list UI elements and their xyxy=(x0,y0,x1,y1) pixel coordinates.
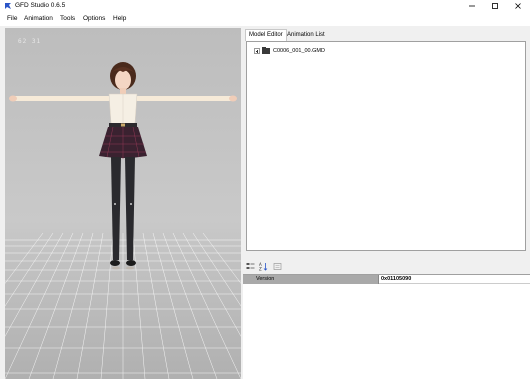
menu-file[interactable]: File xyxy=(7,15,17,23)
ground-grid xyxy=(5,232,241,379)
expand-icon[interactable] xyxy=(254,48,260,54)
menu-options[interactable]: Options xyxy=(83,15,105,23)
close-icon xyxy=(515,3,521,9)
property-grid[interactable]: Version 0x01105090 xyxy=(243,274,530,379)
close-button[interactable] xyxy=(507,0,529,12)
menu-tools[interactable]: Tools xyxy=(60,15,75,23)
menu-animation[interactable]: Animation xyxy=(24,15,53,23)
property-value[interactable]: 0x01105090 xyxy=(379,275,530,284)
gfd-app-icon xyxy=(4,2,12,10)
viewport-scene xyxy=(5,62,241,379)
property-name: Version xyxy=(243,275,379,284)
menu-help[interactable]: Help xyxy=(113,15,126,23)
tab-animation-list[interactable]: Animation List xyxy=(284,30,328,41)
title-bar: GFD Studio 0.6.5 xyxy=(0,0,530,12)
categorized-icon[interactable] xyxy=(246,262,255,271)
alphabetical-icon[interactable]: AZ xyxy=(259,262,268,272)
property-toolbar: AZ xyxy=(246,262,306,272)
folder-icon xyxy=(262,47,270,54)
fps-readout: 62 31 xyxy=(18,38,42,45)
tree-node-label: C0006_001_00.GMD xyxy=(273,48,325,54)
maximize-button[interactable] xyxy=(484,0,506,12)
property-pages-icon[interactable] xyxy=(273,262,282,271)
svg-text:Z: Z xyxy=(259,267,262,272)
menu-bar: File Animation Tools Options Help xyxy=(0,12,530,26)
model-tree[interactable]: C0006_001_00.GMD xyxy=(246,41,526,251)
minimize-icon xyxy=(469,5,475,7)
minimize-button[interactable] xyxy=(461,0,483,12)
maximize-icon xyxy=(492,3,498,9)
tab-model-editor[interactable]: Model Editor xyxy=(245,29,287,41)
property-row[interactable]: Version 0x01105090 xyxy=(243,275,530,284)
model-viewport[interactable]: 62 31 xyxy=(5,28,241,379)
editor-panel: Model Editor Animation List C0006_001_00… xyxy=(243,28,530,379)
window-title: GFD Studio 0.6.5 xyxy=(15,2,66,9)
tree-node-root[interactable]: C0006_001_00.GMD xyxy=(254,47,325,55)
